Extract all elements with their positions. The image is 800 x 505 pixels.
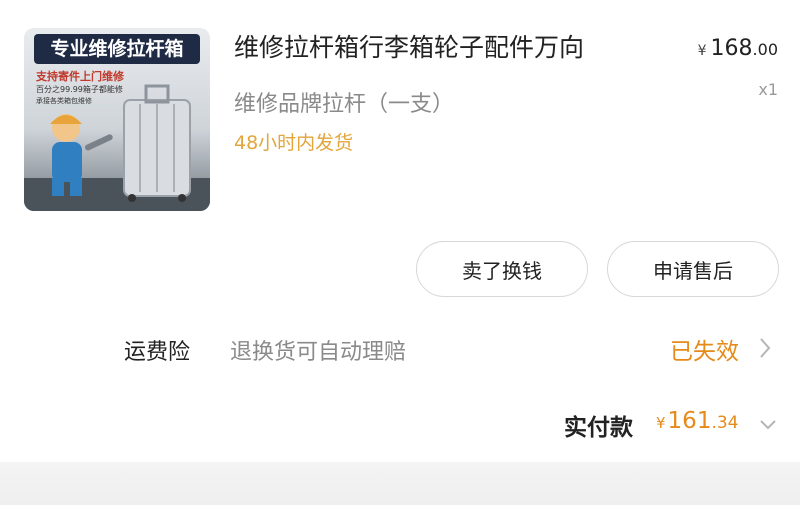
paid-amount: ¥161.34 — [656, 408, 739, 434]
insurance-label: 运费险 — [124, 340, 191, 365]
product-price: ¥168.00 — [698, 36, 778, 61]
thumbnail-caption: 百分之99.99箱子都能修 — [36, 85, 123, 94]
product-title[interactable]: 维修拉杆箱行李箱轮子配件万向 — [234, 28, 584, 64]
bottom-divider — [0, 462, 800, 505]
thumbnail-subtitle: 支持寄件上门维修 — [36, 70, 124, 83]
paid-amount-cents: .34 — [711, 413, 739, 433]
sell-button[interactable]: 卖了换钱 — [416, 241, 588, 297]
price-main: 168 — [710, 36, 753, 61]
chevron-right-icon[interactable] — [758, 336, 772, 360]
paid-label: 实付款 — [564, 415, 633, 441]
shipping-note: 48小时内发货 — [234, 132, 354, 154]
thumbnail-caption-2: 承接各类箱包维修 — [36, 97, 92, 105]
insurance-status[interactable]: 已失效 — [670, 332, 739, 366]
quantity-label: x1 — [758, 80, 778, 99]
product-spec: 维修品牌拉杆（一支） — [234, 92, 455, 117]
price-cents: .00 — [752, 40, 778, 59]
product-thumbnail[interactable]: 专业维修拉杆箱 支持寄件上门维修 百分之99.99箱子都能修 承接各类箱包维修 — [24, 28, 210, 211]
price-currency: ¥ — [697, 43, 707, 59]
paid-amount-main: 161 — [667, 408, 712, 434]
insurance-description: 退换货可自动理赔 — [230, 340, 407, 365]
chevron-down-icon[interactable] — [758, 418, 778, 432]
paid-currency: ¥ — [656, 414, 666, 432]
after-sales-button[interactable]: 申请售后 — [607, 241, 779, 297]
thumbnail-banner: 专业维修拉杆箱 — [34, 34, 200, 64]
